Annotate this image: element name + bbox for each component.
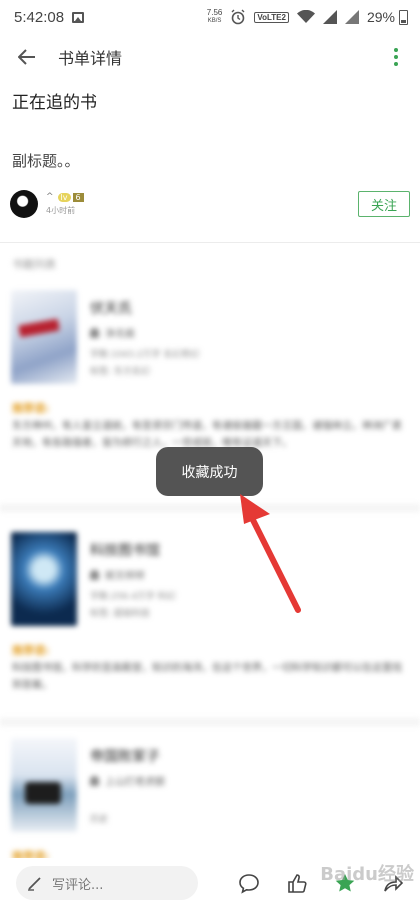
battery: 29%	[367, 9, 408, 25]
recommend-label: 推荐语:	[12, 644, 50, 657]
book-cover[interactable]	[11, 290, 77, 384]
pen-icon	[28, 877, 41, 891]
status-bar: 5:42:08 7.56 KB/S VoLTE2 29%	[0, 0, 420, 34]
status-icons: 7.56 KB/S VoLTE2 29%	[207, 9, 408, 25]
book-author: 上山打老虎额	[90, 773, 165, 788]
author-row: ^ lv 6	[46, 192, 84, 202]
person-icon	[90, 775, 99, 786]
alarm-icon	[231, 9, 245, 25]
signal-icon	[322, 10, 337, 24]
book-cover[interactable]	[11, 738, 77, 832]
network-speed-unit: KB/S	[207, 18, 222, 24]
book-divider	[0, 718, 420, 726]
author-name[interactable]: ^	[46, 192, 54, 202]
speech-bubble-icon	[239, 874, 259, 894]
level-badge: lv 6	[57, 192, 84, 202]
book-title[interactable]: 科技图书馆	[90, 540, 160, 560]
post-time: 4小时前	[46, 206, 76, 215]
annotation-arrow-icon	[240, 494, 301, 613]
recommend-label: 推荐语:	[12, 402, 50, 415]
book-blurb: 科技图书馆，科学的至高殿堂，知识的海洋。在这个世界，一切科学知识都可以在这里找到…	[12, 663, 402, 691]
dot-icon	[394, 62, 398, 66]
back-button[interactable]	[16, 46, 38, 68]
thumbs-up-icon	[288, 874, 307, 893]
book-author-name: 净无痕	[105, 329, 135, 340]
level-badge-label: lv	[57, 192, 71, 202]
divider	[0, 242, 420, 243]
book-tag: 标签: 东方玄幻	[90, 367, 150, 377]
arrow-left-icon	[18, 49, 35, 65]
wifi-icon	[296, 10, 315, 23]
book-info: 字数:1043.2万字 玄幻奇幻	[90, 350, 200, 360]
battery-icon	[399, 9, 408, 25]
booklist-author: ^ lv 6 4小时前 关注	[10, 188, 410, 220]
network-speed-value: 7.56	[206, 8, 223, 17]
book-author: 净无痕	[90, 325, 135, 340]
like-button[interactable]	[284, 870, 310, 896]
watermark: Baidu经验	[320, 864, 414, 885]
network-speed: 7.56 KB/S	[207, 9, 223, 25]
book-author-name: 姬叉样样	[105, 571, 145, 582]
author-meta: ^ lv 6 4小时前	[46, 192, 84, 216]
book-title[interactable]: 帝国败家子	[90, 746, 160, 766]
dot-icon	[394, 48, 398, 52]
book-cover[interactable]	[11, 532, 77, 626]
book-author: 姬叉样样	[90, 567, 145, 582]
more-menu-button[interactable]	[386, 46, 406, 68]
booklist-subtitle: 副标题。。	[12, 152, 80, 170]
book-info: 字数:256.4万字 科幻	[90, 592, 176, 602]
app-bar: 书单详情	[0, 34, 420, 80]
comment-input[interactable]: 写评论...	[16, 866, 198, 900]
dot-icon	[394, 55, 398, 59]
comment-button[interactable]	[236, 870, 262, 896]
book-author-name: 上山打老虎额	[105, 777, 165, 788]
follow-button[interactable]: 关注	[358, 191, 410, 217]
book-tag: 历史	[90, 815, 109, 825]
book-divider	[0, 504, 420, 512]
avatar[interactable]	[10, 190, 38, 218]
page-title: 书单详情	[58, 49, 123, 68]
book-list: 书籍列表 伏天氏 净无痕 字数:1043.2万字 玄幻奇幻 标签: 东方玄幻 推…	[0, 246, 420, 870]
signal-icon-2	[344, 10, 359, 24]
level-number: 6	[72, 192, 84, 202]
battery-percent: 29%	[366, 9, 395, 25]
book-title[interactable]: 伏天氏	[90, 298, 132, 318]
gallery-icon	[72, 11, 85, 23]
status-time: 5:42:08	[14, 8, 65, 26]
person-icon	[90, 569, 99, 580]
volte-badge: VoLTE2	[254, 11, 289, 23]
section-label: 书籍列表	[12, 258, 56, 271]
book-tag: 标签: 超级科技	[90, 609, 150, 619]
comment-placeholder: 写评论...	[52, 877, 104, 893]
person-icon	[90, 327, 99, 338]
booklist-title: 正在追的书	[12, 93, 97, 113]
